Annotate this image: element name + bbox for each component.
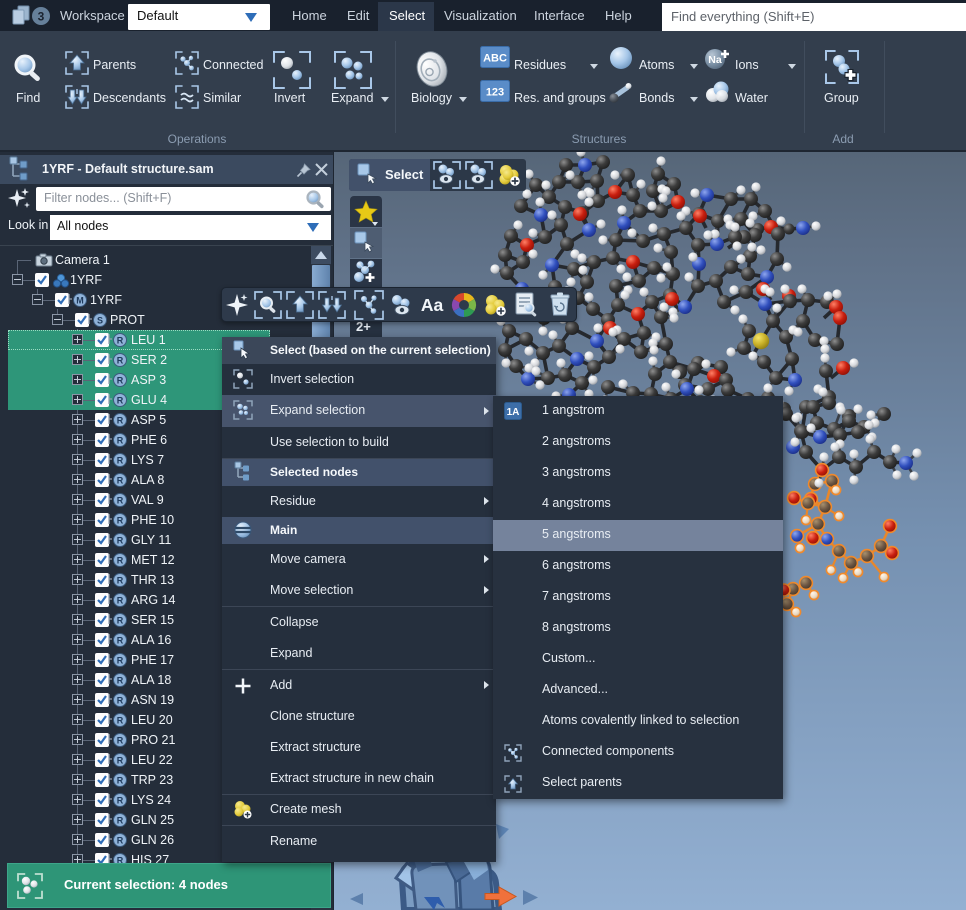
svg-text:R: R xyxy=(117,796,124,806)
svg-text:ABC: ABC xyxy=(483,53,507,65)
svg-text:R: R xyxy=(117,716,124,726)
svg-text:R: R xyxy=(117,736,124,746)
svg-text:R: R xyxy=(117,416,124,426)
svg-text:R: R xyxy=(117,756,124,766)
svg-text:R: R xyxy=(117,496,124,506)
svg-text:R: R xyxy=(117,616,124,626)
svg-text:R: R xyxy=(117,336,124,346)
svg-text:R: R xyxy=(117,456,124,466)
svg-text:R: R xyxy=(117,356,124,366)
svg-text:Na: Na xyxy=(708,54,722,66)
svg-text:R: R xyxy=(117,596,124,606)
svg-text:R: R xyxy=(117,556,124,566)
svg-text:R: R xyxy=(117,656,124,666)
svg-text:R: R xyxy=(117,536,124,546)
svg-text:3: 3 xyxy=(38,10,45,24)
svg-text:R: R xyxy=(117,816,124,826)
svg-text:S: S xyxy=(97,316,103,326)
svg-text:Aa: Aa xyxy=(421,295,444,315)
svg-text:R: R xyxy=(117,776,124,786)
svg-text:R: R xyxy=(117,696,124,706)
svg-text:123: 123 xyxy=(486,87,504,99)
svg-text:R: R xyxy=(117,576,124,586)
svg-text:R: R xyxy=(117,836,124,846)
svg-text:M: M xyxy=(76,296,84,306)
svg-text:R: R xyxy=(117,436,124,446)
svg-text:1A: 1A xyxy=(507,407,520,418)
svg-text:R: R xyxy=(117,376,124,386)
svg-text:R: R xyxy=(117,676,124,686)
svg-text:R: R xyxy=(117,516,124,526)
svg-text:R: R xyxy=(117,636,124,646)
svg-text:R: R xyxy=(117,396,124,406)
svg-text:R: R xyxy=(117,476,124,486)
